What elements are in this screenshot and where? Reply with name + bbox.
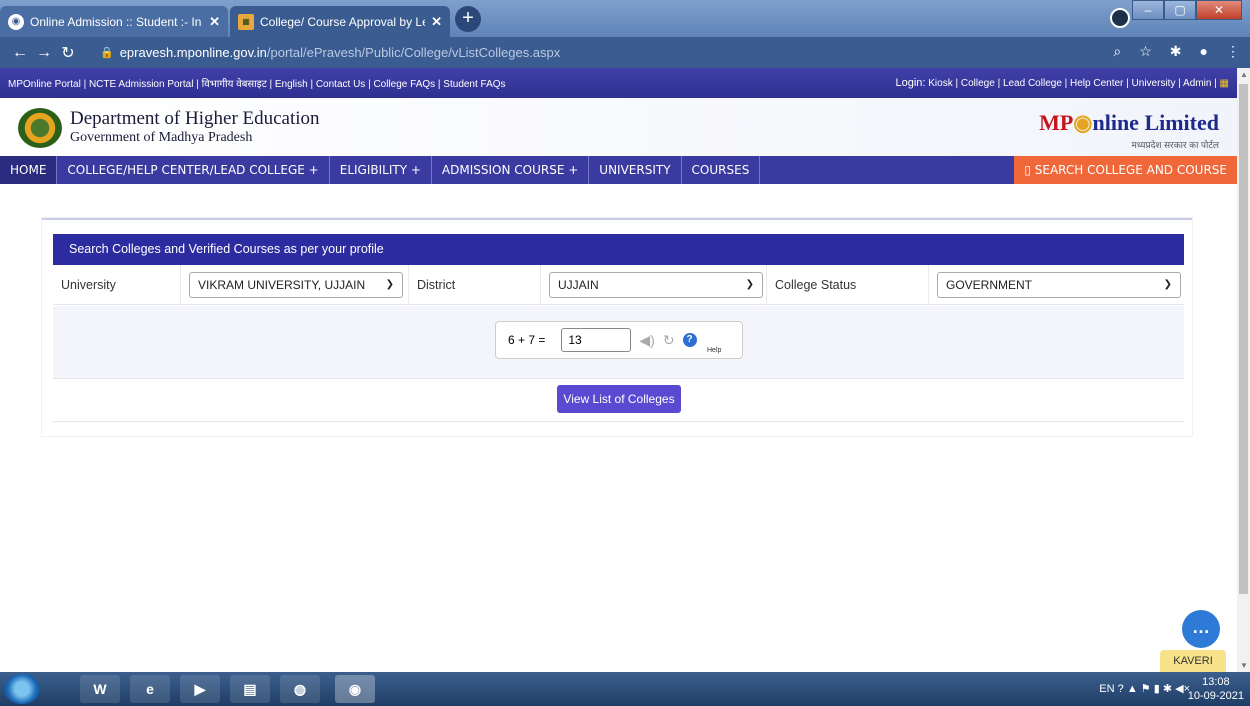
close-window-button[interactable]: ✕: [1196, 0, 1242, 20]
login-label: Login:: [895, 77, 926, 89]
portal-links[interactable]: MPOnline Portal | NCTE Admission Portal …: [8, 76, 506, 90]
nav-home[interactable]: HOME: [0, 156, 58, 184]
nav-courses[interactable]: COURSES: [682, 156, 761, 184]
government-title: Government of Madhya Pradesh: [70, 130, 253, 145]
address-bar-row: ← → ↻ 🔒 epravesh.mponline.gov.in/portal/…: [0, 37, 1250, 68]
chevron-down-icon: ❯: [385, 279, 394, 290]
tab-online-admission[interactable]: ◉ Online Admission :: Student :- In ✕: [0, 6, 228, 37]
filter-row: University VIKRAM UNIVERSITY, UJJAIN ❯ Di…: [53, 264, 1184, 305]
view-list-of-colleges-button[interactable]: View List of Colleges: [557, 385, 681, 413]
url-field[interactable]: 🔒 epravesh.mponline.gov.in/portal/ePrave…: [100, 41, 1200, 63]
chevron-down-icon: ❯: [745, 279, 754, 290]
media-player-icon[interactable]: ▶: [180, 675, 220, 703]
site-favicon-icon: ▦: [238, 13, 254, 30]
captcha-answer-input[interactable]: 13: [561, 328, 632, 352]
audio-icon[interactable]: ◀): [639, 332, 654, 349]
system-tray: EN ? ▲ ⚑ ▮ ✱ ◀×: [1099, 682, 1190, 695]
help-tray-icon[interactable]: ?: [1118, 683, 1124, 695]
windows-taskbar: W e ▶ ▤ ◍ ◉ EN ? ▲ ⚑ ▮ ✱ ◀× 13:08 10-09-…: [0, 672, 1250, 706]
account-icon[interactable]: ●: [1200, 43, 1208, 60]
close-tab-icon[interactable]: ✕: [209, 14, 220, 30]
site-header: Department of Higher Education Governmen…: [0, 98, 1237, 156]
panel-heading: Search Colleges and Verified Courses as …: [53, 234, 1184, 265]
login-links: Login: Kiosk | College | Lead College | …: [896, 77, 1230, 89]
network-icon[interactable]: ▮: [1154, 683, 1160, 695]
department-title: Department of Higher Education: [70, 108, 320, 129]
clock-time: 13:08: [1202, 676, 1230, 688]
tab-college-course-approval[interactable]: ▦ College/ Course Approval by Lea ✕: [230, 6, 450, 37]
grid-icon[interactable]: ▦: [1220, 78, 1229, 89]
forward-icon[interactable]: →: [32, 44, 56, 62]
internet-explorer-icon[interactable]: e: [130, 675, 170, 703]
reload-icon[interactable]: ↻: [56, 43, 80, 63]
nav-eligibility[interactable]: ELIGIBILITY +: [330, 156, 432, 184]
zoom-icon[interactable]: ⌕: [1113, 43, 1121, 60]
browser-tab-strip: ◉ Online Admission :: Student :- In ✕ ▦ …: [0, 0, 1250, 37]
scroll-up-icon[interactable]: ▲: [1240, 70, 1248, 79]
tab-title: College/ Course Approval by Lea: [260, 14, 426, 29]
help-icon[interactable]: ?: [682, 333, 697, 347]
chevron-down-icon: ❯: [1163, 279, 1172, 290]
refresh-icon[interactable]: ↻: [663, 332, 675, 349]
kaveri-chat-label[interactable]: KAVERI: [1160, 650, 1226, 672]
nav-search-college-course[interactable]: ▯ SEARCH COLLEGE AND COURSE: [1014, 156, 1237, 184]
word-icon[interactable]: W: [80, 675, 120, 703]
tab-title: Online Admission :: Student :- In: [30, 14, 202, 29]
firefox-icon[interactable]: ◍: [280, 675, 320, 703]
captcha-box: 6 + 7 = 13 ◀) ↻ ? Help: [495, 321, 743, 359]
new-tab-button[interactable]: +: [455, 6, 481, 32]
chrome-taskbar-icon[interactable]: ◉: [335, 675, 375, 703]
clock-date: 10-09-2021: [1187, 690, 1244, 702]
captcha-row: 6 + 7 = 13 ◀) ↻ ? Help: [53, 306, 1184, 378]
url-path: /portal/ePravesh/Public/College/vListCol…: [266, 44, 561, 60]
menu-icon[interactable]: ⋮: [1226, 43, 1240, 60]
chrome-icon: ◉: [8, 13, 24, 30]
clock[interactable]: 13:08 10-09-2021: [1188, 675, 1244, 703]
university-label: University: [53, 264, 181, 305]
maximize-button[interactable]: ▢: [1164, 0, 1196, 20]
language-indicator[interactable]: EN: [1099, 683, 1114, 695]
login-options[interactable]: Kiosk | College | Lead College | Help Ce…: [928, 78, 1217, 89]
nav-college-help-center[interactable]: COLLEGE/HELP CENTER/LEAD COLLEGE +: [57, 156, 330, 184]
bookmark-star-icon[interactable]: ☆: [1139, 43, 1152, 60]
window-controls: – ▢ ✕: [1132, 0, 1242, 20]
page-scrollbar[interactable]: ▲ ▼: [1237, 68, 1250, 672]
top-links-bar: MPOnline Portal | NCTE Admission Portal …: [0, 68, 1237, 98]
flag-icon[interactable]: ⚑: [1141, 683, 1151, 695]
university-select[interactable]: VIKRAM UNIVERSITY, UJJAIN ❯: [189, 271, 403, 298]
close-tab-icon[interactable]: ✕: [431, 14, 442, 30]
district-select[interactable]: UJJAIN ❯: [549, 271, 763, 298]
back-icon[interactable]: ←: [8, 44, 32, 62]
help-label: Help: [707, 347, 722, 354]
search-panel: Search Colleges and Verified Courses as …: [42, 218, 1192, 436]
mponline-logo: MP◉nline Limited: [1039, 110, 1219, 135]
url-host: epravesh.mponline.gov.in: [119, 44, 267, 60]
scrollbar-thumb[interactable]: [1239, 84, 1248, 594]
extensions-icon[interactable]: ✱: [1170, 43, 1182, 60]
scroll-down-icon[interactable]: ▼: [1240, 661, 1248, 670]
chat-bubble-icon[interactable]: …: [1182, 610, 1220, 648]
district-label: District: [409, 264, 541, 305]
start-button[interactable]: [4, 674, 40, 704]
college-status-label: College Status: [767, 264, 929, 305]
college-status-select[interactable]: GOVERNMENT ❯: [937, 271, 1181, 298]
nav-admission-course[interactable]: ADMISSION COURSE +: [432, 156, 590, 184]
pdf-icon[interactable]: ▤: [230, 675, 270, 703]
mponline-tagline: मध्यप्रदेश सरकार का पोर्टल: [1131, 140, 1219, 150]
show-hidden-icons-icon[interactable]: ▲: [1127, 683, 1138, 695]
bluetooth-icon[interactable]: ✱: [1163, 683, 1172, 695]
action-row: View List of Colleges: [53, 378, 1184, 422]
mp-govt-emblem-icon: [18, 108, 62, 148]
lock-icon: 🔒: [100, 46, 114, 59]
nav-university[interactable]: UNIVERSITY: [589, 156, 682, 184]
minimize-button[interactable]: –: [1132, 0, 1164, 20]
browser-profile-icon[interactable]: [1110, 8, 1130, 28]
browser-toolbar-right: ⌕ ☆ ✱ ● ⋮: [1113, 43, 1240, 60]
main-nav: HOME COLLEGE/HELP CENTER/LEAD COLLEGE + …: [0, 156, 1237, 184]
captcha-question: 6 + 7 =: [508, 333, 546, 347]
